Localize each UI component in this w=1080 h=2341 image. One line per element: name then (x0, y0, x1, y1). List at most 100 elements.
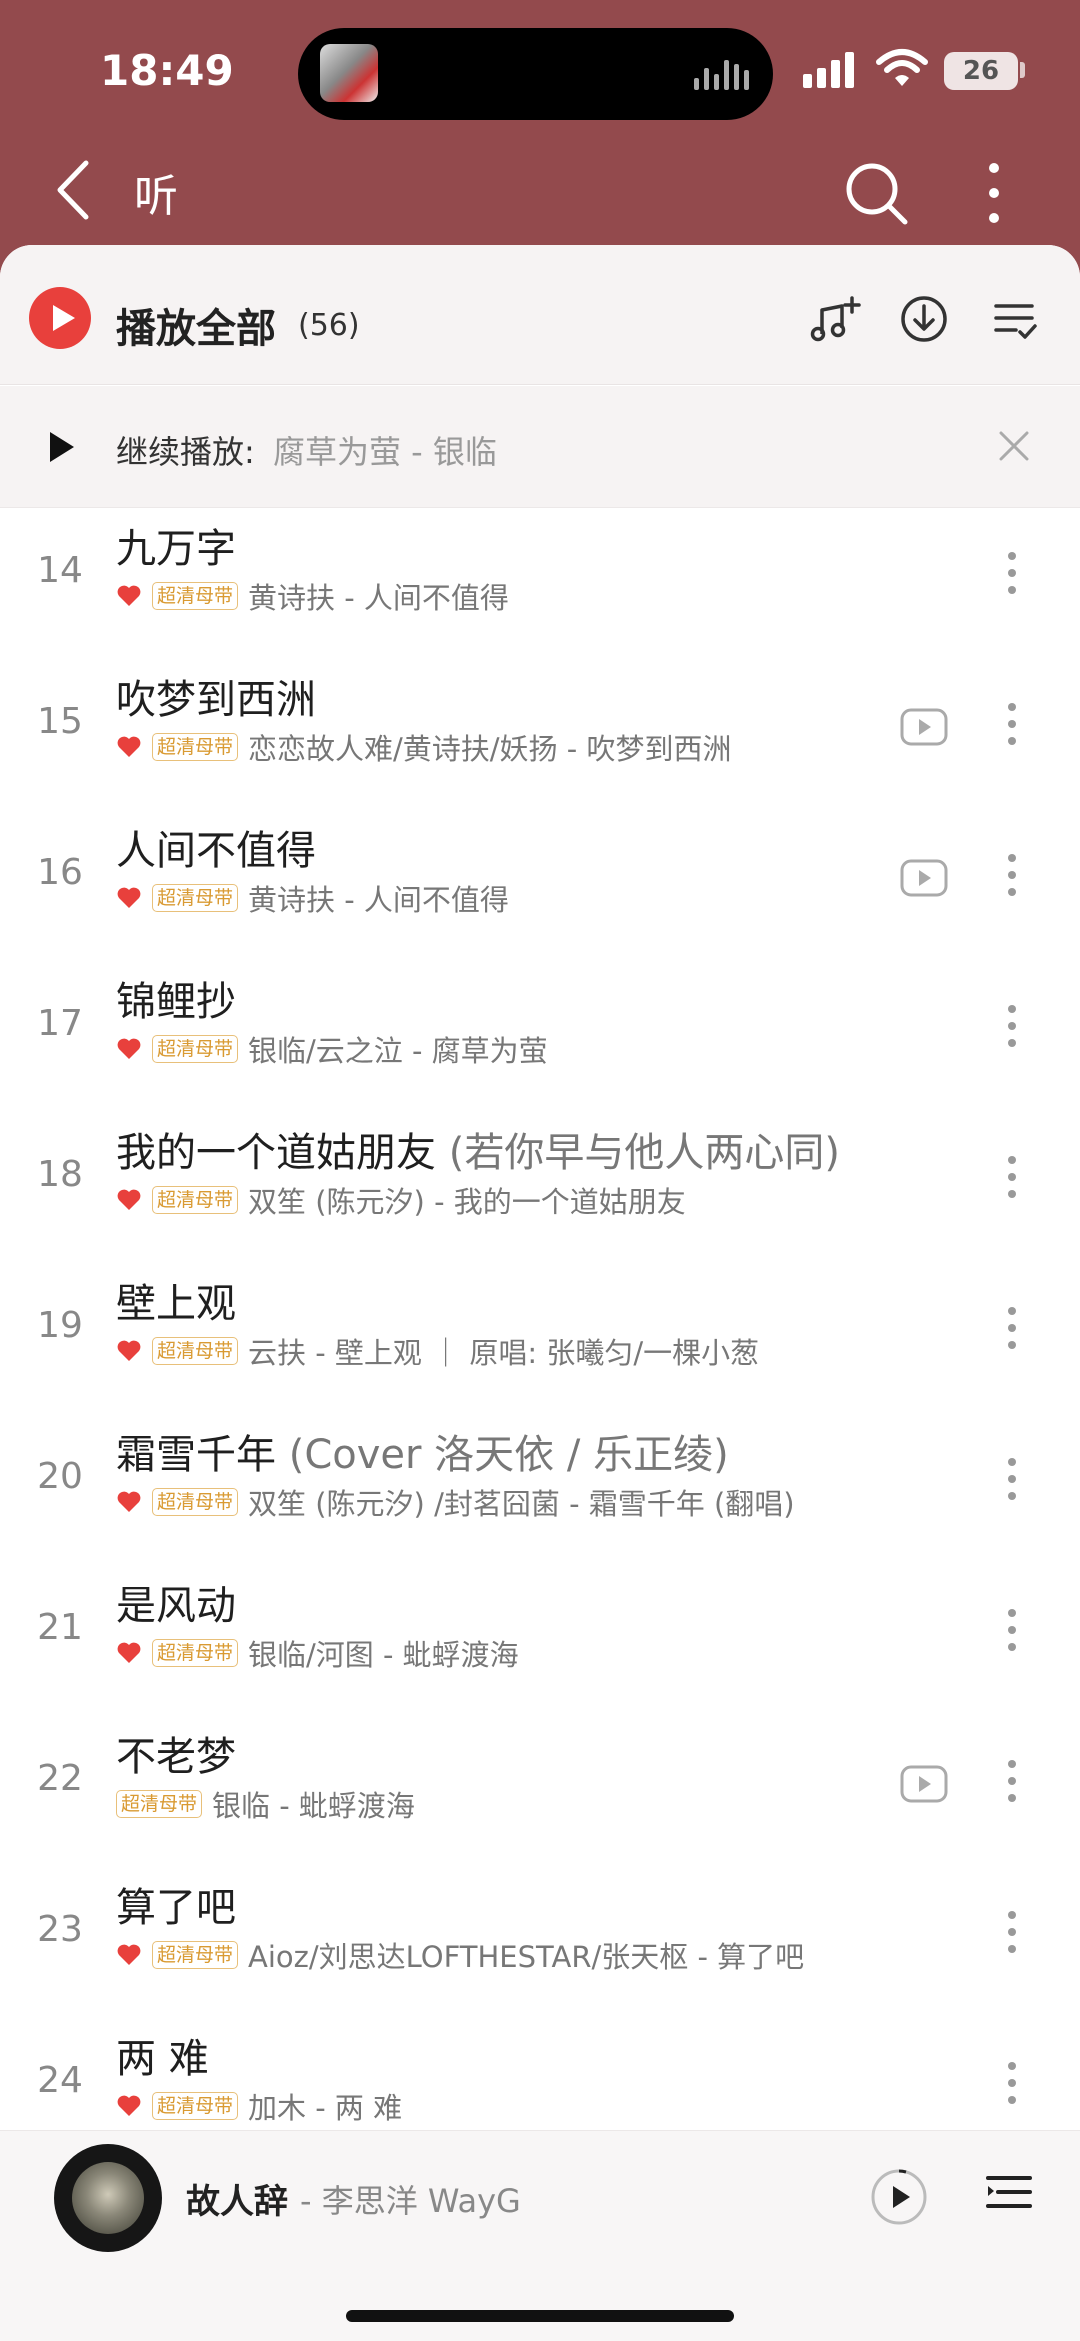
song-artist: 银临/河图 - 蚍蜉渡海 (248, 1638, 519, 1672)
play-pause-icon[interactable] (870, 2168, 928, 2226)
song-meta: 超清母带 云扶 - 壁上观 ｜ 原唱: 张曦匀/一棵小葱 (116, 1333, 760, 1370)
continue-song: 腐草为萤 - 银临 (273, 433, 497, 471)
song-meta: 超清母带 银临/云之泣 - 腐草为萤 (116, 1031, 548, 1068)
more-icon[interactable] (1004, 552, 1020, 602)
song-title: 两 难 (116, 2036, 209, 2082)
more-icon[interactable] (1004, 1760, 1020, 1810)
more-icon[interactable] (1004, 854, 1020, 904)
song-artist: 恋恋故人难/黄诗扶/妖扬 - 吹梦到西洲 (248, 732, 732, 766)
now-playing-thumbnail (320, 44, 378, 102)
continue-play-icon[interactable] (50, 432, 74, 462)
page-title: 听 (134, 171, 178, 222)
quality-badge: 超清母带 (152, 2092, 239, 2120)
mv-play-icon[interactable] (900, 859, 948, 897)
now-playing-title: 故人辞 (186, 2182, 288, 2222)
song-meta: 超清母带 银临 - 蚍蜉渡海 (116, 1786, 415, 1823)
track-number: 21 (37, 1607, 83, 1648)
search-icon[interactable] (843, 160, 909, 226)
quality-badge: 超清母带 (152, 1941, 239, 1969)
song-title: 霜雪千年 (Cover 洛天依 / 乐正绫) (116, 1432, 729, 1478)
quality-badge: 超清母带 (116, 1790, 203, 1818)
back-icon[interactable] (48, 155, 98, 225)
more-icon[interactable] (1004, 1005, 1020, 1055)
album-cover (72, 2162, 144, 2234)
song-row[interactable]: 23 算了吧 超清母带 Aioz/刘思达LOFTHESTAR/张天枢 - 算了吧 (0, 1871, 1080, 2022)
song-meta: 超清母带 黄诗扶 - 人间不值得 (116, 578, 509, 615)
heart-icon[interactable] (116, 1943, 142, 1967)
quality-badge: 超清母带 (152, 582, 239, 610)
song-meta: 超清母带 双笙 (陈元汐) /封茗囧菌 - 霜雪千年 (翻唱) (116, 1484, 795, 1521)
song-meta: 超清母带 加木 - 两 难 (116, 2088, 402, 2125)
more-icon[interactable] (1004, 1911, 1020, 1961)
heart-icon[interactable] (116, 1339, 142, 1363)
song-title: 人间不值得 (116, 828, 316, 874)
track-number: 17 (37, 1003, 83, 1044)
song-artist: 云扶 - 壁上观 ｜ 原唱: 张曦匀/一棵小葱 (248, 1336, 760, 1370)
download-icon[interactable] (897, 292, 951, 346)
song-row[interactable]: 19 壁上观 超清母带 云扶 - 壁上观 ｜ 原唱: 张曦匀/一棵小葱 (0, 1267, 1080, 1418)
song-meta: 超清母带 恋恋故人难/黄诗扶/妖扬 - 吹梦到西洲 (116, 729, 732, 766)
heart-icon[interactable] (116, 1188, 142, 1212)
add-music-icon[interactable] (808, 292, 862, 346)
multi-select-icon[interactable] (988, 292, 1042, 346)
track-number: 19 (37, 1305, 83, 1346)
more-icon[interactable] (1004, 1156, 1020, 1206)
track-number: 23 (37, 1909, 83, 1950)
more-icon[interactable] (1004, 1609, 1020, 1659)
song-artist: 黄诗扶 - 人间不值得 (248, 883, 509, 917)
heart-icon[interactable] (116, 2094, 142, 2118)
song-artist: 银临 - 蚍蜉渡海 (212, 1789, 415, 1823)
song-row[interactable]: 22 不老梦 超清母带 银临 - 蚍蜉渡海 (0, 1720, 1080, 1871)
song-row[interactable]: 17 锦鲤抄 超清母带 银临/云之泣 - 腐草为萤 (0, 965, 1080, 1116)
song-row[interactable]: 20 霜雪千年 (Cover 洛天依 / 乐正绫) 超清母带 双笙 (陈元汐) … (0, 1418, 1080, 1569)
song-meta: 超清母带 银临/河图 - 蚍蜉渡海 (116, 1635, 519, 1672)
heart-icon[interactable] (116, 584, 142, 608)
quality-badge: 超清母带 (152, 884, 239, 912)
song-artist: Aioz/刘思达LOFTHESTAR/张天枢 - 算了吧 (248, 1940, 805, 1974)
song-count: (56) (298, 308, 360, 343)
heart-icon[interactable] (116, 735, 142, 759)
song-title: 壁上观 (116, 1281, 236, 1327)
heart-icon[interactable] (116, 1037, 142, 1061)
signal-icon (803, 52, 854, 88)
song-row[interactable]: 18 我的一个道姑朋友 (若你早与他人两心同) 超清母带 双笙 (陈元汐) - … (0, 1116, 1080, 1267)
heart-icon[interactable] (116, 1490, 142, 1514)
audio-wave-icon (694, 58, 749, 90)
mv-play-icon[interactable] (900, 708, 948, 746)
song-title: 吹梦到西洲 (116, 677, 316, 723)
song-artist: 银临/云之泣 - 腐草为萤 (248, 1034, 548, 1068)
heart-icon[interactable] (116, 886, 142, 910)
song-row[interactable]: 21 是风动 超清母带 银临/河图 - 蚍蜉渡海 (0, 1569, 1080, 1720)
more-icon[interactable] (1004, 1458, 1020, 1508)
song-title: 锦鲤抄 (116, 979, 236, 1025)
song-row[interactable]: 15 吹梦到西洲 超清母带 恋恋故人难/黄诗扶/妖扬 - 吹梦到西洲 (0, 663, 1080, 814)
close-icon[interactable] (995, 427, 1033, 465)
more-icon[interactable] (1004, 1307, 1020, 1357)
battery-tip (1020, 62, 1025, 78)
now-playing-artist: - 李思洋 WayG (300, 2182, 521, 2220)
heart-icon[interactable] (116, 1641, 142, 1665)
quality-badge: 超清母带 (152, 1337, 239, 1365)
song-title: 我的一个道姑朋友 (若你早与他人两心同) (116, 1130, 840, 1176)
quality-badge: 超清母带 (152, 733, 239, 761)
wifi-icon (876, 49, 928, 86)
track-number: 22 (37, 1758, 83, 1799)
mv-play-icon[interactable] (900, 1765, 948, 1803)
song-artist: 双笙 (陈元汐) /封茗囧菌 - 霜雪千年 (翻唱) (248, 1487, 795, 1521)
continue-label: 继续播放: (116, 433, 255, 471)
play-all-button[interactable] (29, 287, 91, 349)
song-title: 九万字 (116, 526, 236, 572)
track-number: 14 (37, 550, 83, 591)
more-icon[interactable] (980, 158, 1008, 228)
song-row[interactable]: 16 人间不值得 超清母带 黄诗扶 - 人间不值得 (0, 814, 1080, 965)
song-meta: 超清母带 Aioz/刘思达LOFTHESTAR/张天枢 - 算了吧 (116, 1937, 805, 1974)
more-icon[interactable] (1004, 703, 1020, 753)
track-number: 20 (37, 1456, 83, 1497)
song-row[interactable]: 14 九万字 超清母带 黄诗扶 - 人间不值得 (0, 512, 1080, 663)
play-all-label[interactable]: 播放全部 (116, 296, 276, 354)
track-number: 24 (37, 2060, 83, 2101)
more-icon[interactable] (1004, 2062, 1020, 2112)
song-artist: 黄诗扶 - 人间不值得 (248, 581, 509, 615)
playlist-icon[interactable] (984, 2170, 1034, 2220)
dynamic-island[interactable] (298, 28, 773, 120)
